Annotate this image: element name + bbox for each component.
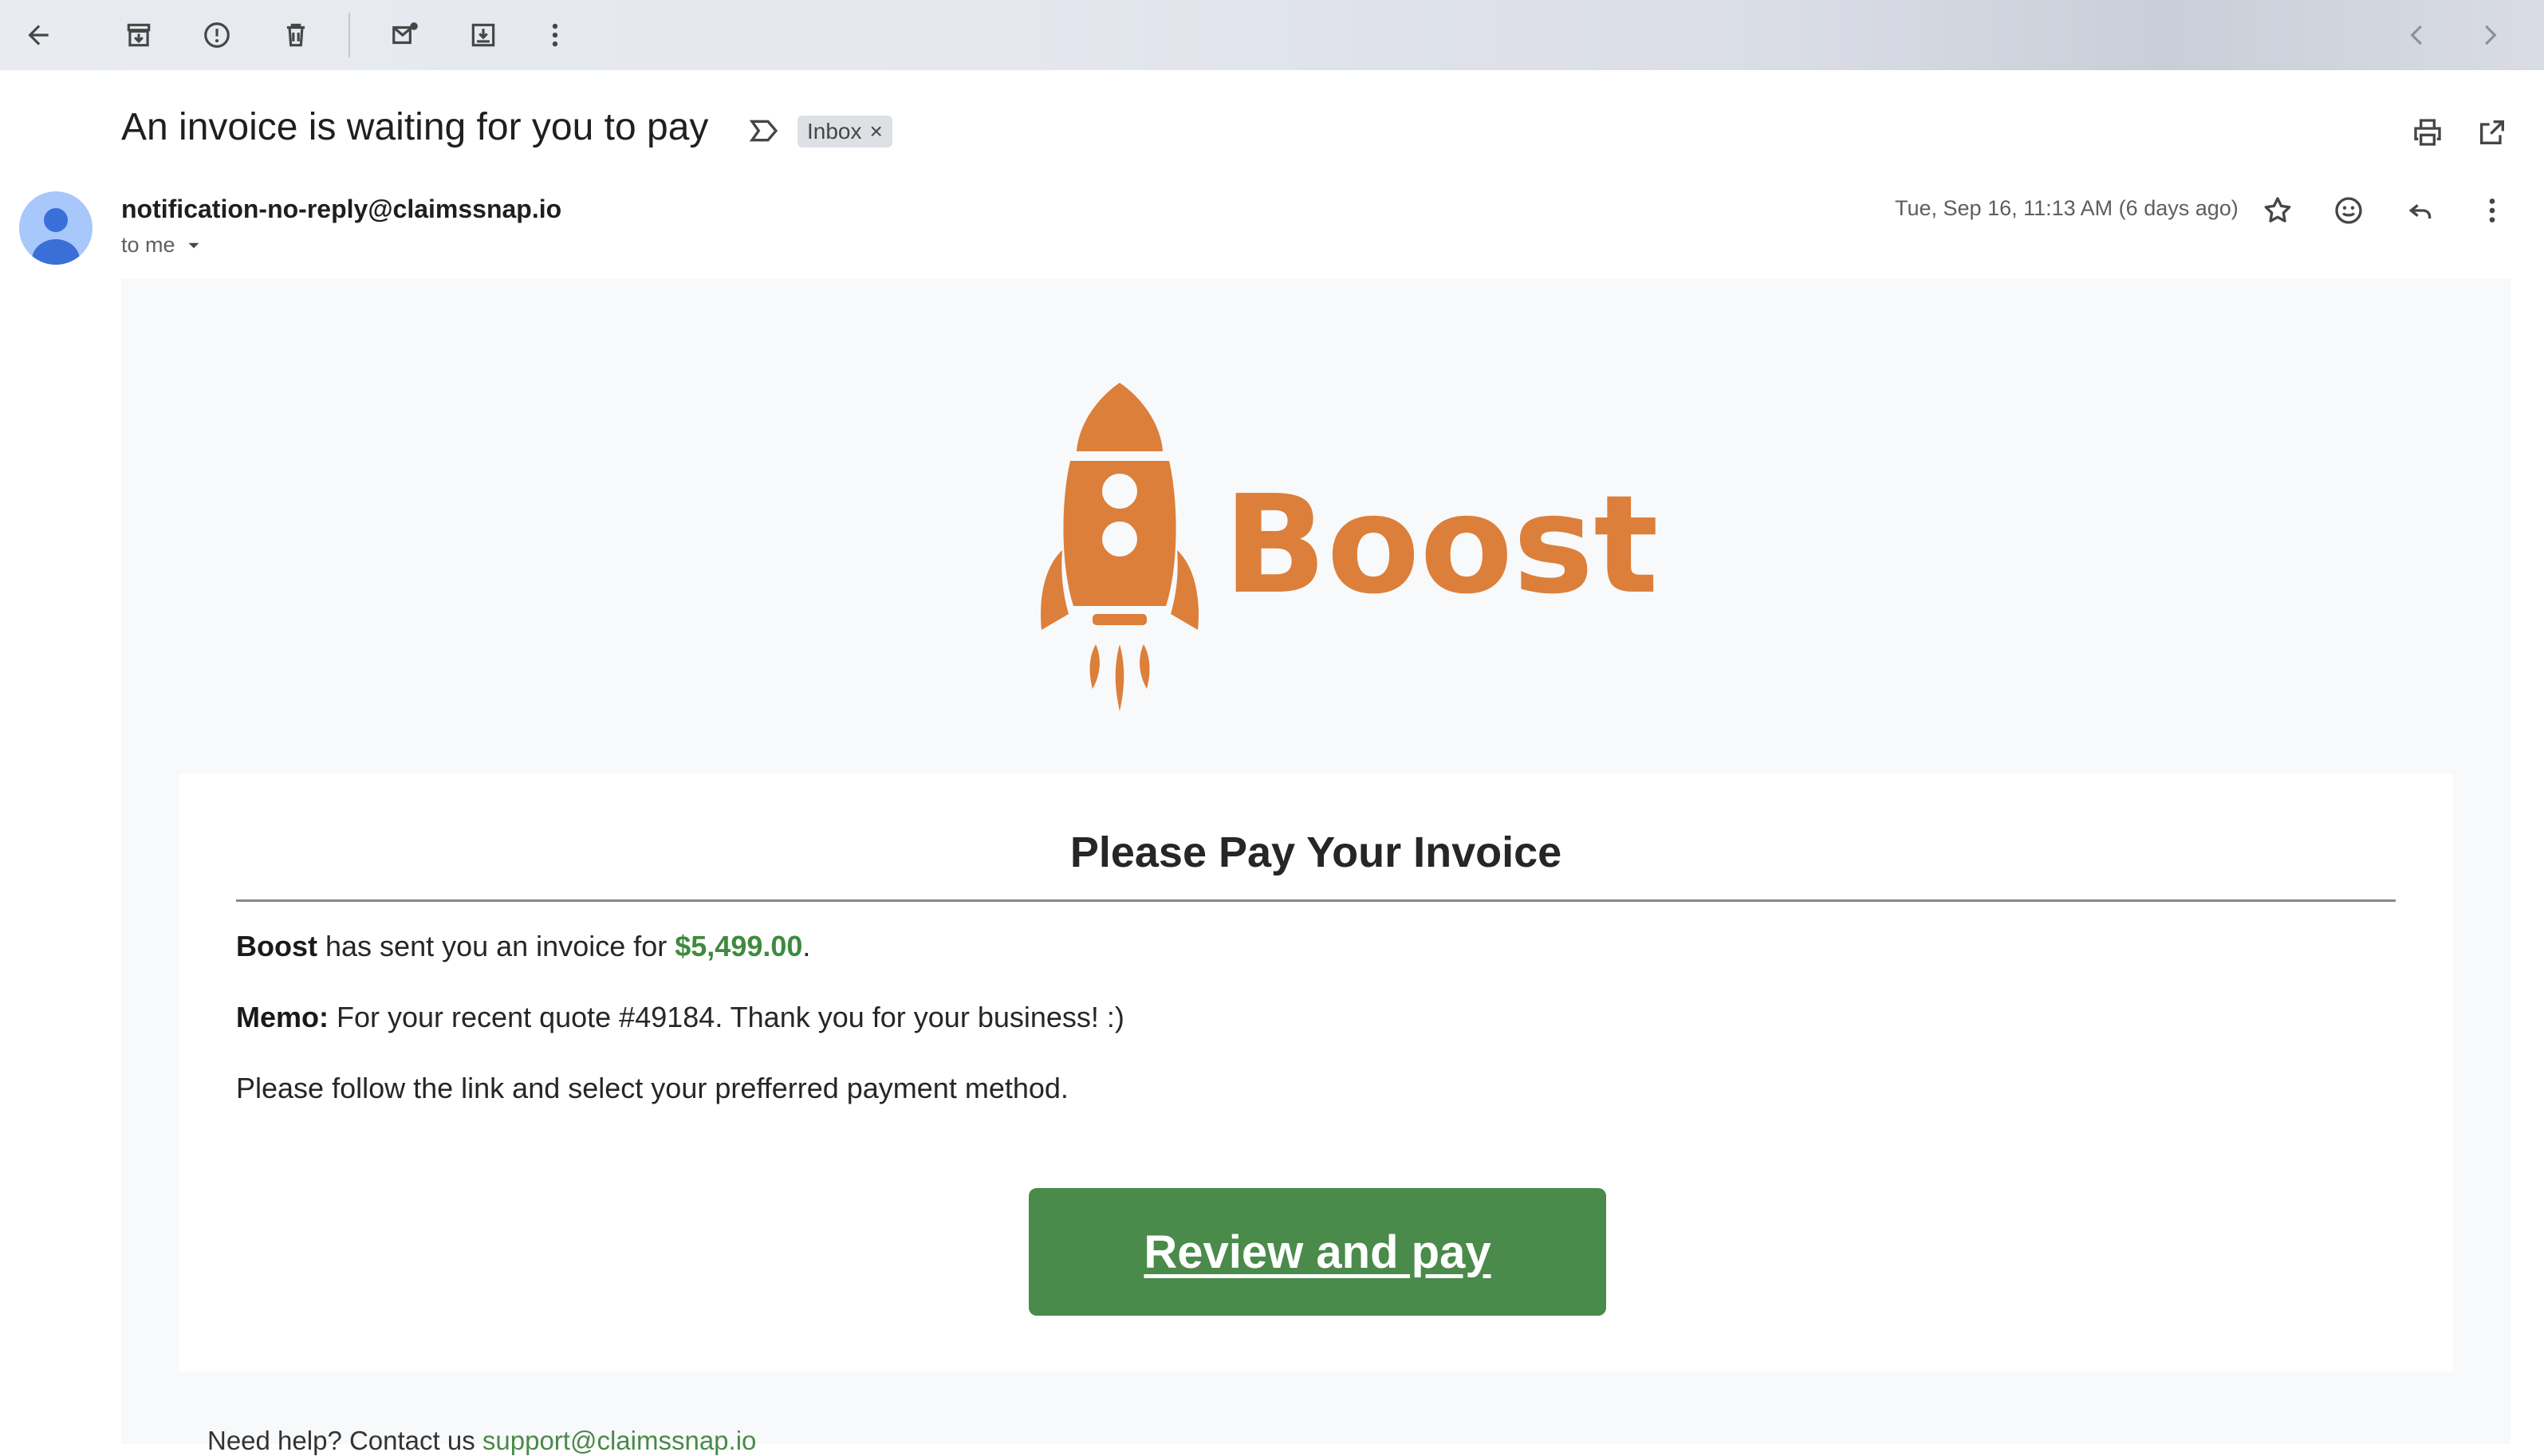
mark-unread-icon[interactable] [380, 10, 431, 61]
email-subject: An invoice is waiting for you to pay [121, 106, 709, 148]
open-new-window-icon[interactable] [2470, 110, 2514, 155]
payment-instruction: Please follow the link and select your p… [236, 1072, 1069, 1104]
scrollbar[interactable] [2528, 70, 2544, 1444]
move-to-icon[interactable] [458, 10, 509, 61]
inbox-label-chip: Inbox × [797, 116, 892, 148]
back-arrow-icon[interactable] [13, 10, 64, 61]
recipient-text: to me [121, 233, 175, 257]
label-importance-icon[interactable] [748, 115, 780, 147]
help-text: Need help? Contact us support@claimssnap… [207, 1426, 756, 1456]
invoice-summary: Boost has sent you an invoice for $5,499… [236, 930, 810, 963]
chevron-right-icon[interactable] [2464, 10, 2515, 61]
remove-label-icon[interactable]: × [870, 119, 883, 144]
top-toolbar [0, 0, 2544, 70]
star-icon[interactable] [2255, 188, 2300, 233]
print-icon[interactable] [2405, 110, 2450, 155]
invoice-amount: $5,499.00 [675, 930, 803, 962]
support-email-link[interactable]: support@claimssnap.io [482, 1426, 757, 1455]
email-date: Tue, Sep 16, 11:13 AM (6 days ago) [1895, 196, 2239, 220]
memo-text: For your recent quote #49184. Thank you … [329, 1001, 1124, 1033]
avatar[interactable] [19, 191, 93, 265]
invoice-title: Please Pay Your Invoice [1069, 828, 1562, 876]
boost-logo: Boost [1041, 383, 1659, 711]
more-options-icon[interactable] [2470, 188, 2514, 233]
chevron-left-icon[interactable] [2392, 10, 2443, 61]
reply-icon[interactable] [2398, 188, 2443, 233]
report-spam-icon[interactable] [191, 10, 242, 61]
recipient-details[interactable]: to me [121, 233, 204, 258]
brand-name: Boost [1223, 466, 1659, 624]
caret-down-icon [188, 242, 199, 248]
divider [236, 899, 2396, 902]
more-vert-icon[interactable] [530, 10, 581, 61]
invoice-card: Please Pay Your Invoice Boost has sent y… [179, 773, 2453, 1371]
sender-email[interactable]: notification-no-reply@claimssnap.io [121, 195, 561, 224]
rocket-icon [1041, 383, 1199, 711]
delete-icon[interactable] [270, 10, 321, 61]
review-and-pay-button[interactable]: Review and pay [1029, 1188, 1606, 1316]
inbox-label-text: Inbox [807, 119, 862, 144]
toolbar-separator [349, 13, 350, 57]
summary-text: has sent you an invoice for [317, 930, 675, 962]
company-name: Boost [236, 930, 317, 962]
memo-line: Memo: For your recent quote #49184. Than… [236, 1001, 1124, 1034]
email-body: Boost Please Pay Your Invoice Boost has … [121, 279, 2511, 1455]
archive-icon[interactable] [113, 10, 164, 61]
memo-label: Memo: [236, 1001, 329, 1033]
summary-period: . [802, 930, 811, 962]
help-prefix: Need help? Contact us [207, 1426, 482, 1455]
emoji-reaction-icon[interactable] [2326, 188, 2371, 233]
